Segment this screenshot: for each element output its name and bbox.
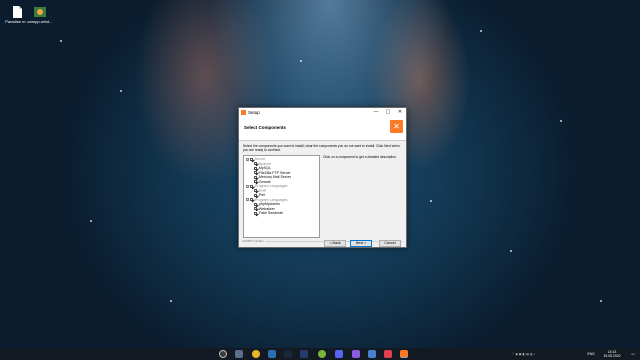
component-checkbox[interactable] [254, 175, 258, 179]
minimize-button[interactable]: — [370, 108, 382, 117]
component-label: phpMyAdmin [258, 202, 280, 207]
page-title: Select Components [244, 125, 287, 130]
component-label: Tomcat [258, 179, 271, 184]
expand-collapse-icon[interactable]: − [246, 157, 249, 161]
component-checkbox[interactable] [254, 180, 258, 184]
app-icon[interactable] [384, 350, 392, 358]
task-view-icon[interactable] [235, 350, 243, 358]
component-checkbox[interactable] [254, 162, 258, 166]
component-label: MySQL [258, 166, 271, 171]
back-button[interactable]: < Back [324, 240, 346, 247]
maximize-button[interactable]: □ [382, 108, 394, 117]
component-label: Fake Sendmail [258, 211, 283, 216]
installer-label: XAMPP Installer [242, 239, 265, 243]
expand-collapse-icon[interactable]: − [246, 184, 249, 188]
clock-date: 15.05.2022 [603, 354, 621, 358]
notifications-icon[interactable]: ▭ [628, 348, 638, 360]
component-label: Server [254, 157, 266, 162]
discord-icon[interactable] [335, 350, 343, 358]
app-icon[interactable] [368, 350, 376, 358]
component-checkbox[interactable] [254, 202, 258, 206]
cancel-button[interactable]: Cancel [379, 240, 401, 247]
component-description: Click on a component to get a detailed d… [323, 155, 397, 159]
taskbar: ⌃ ◉ ▣ ◧ ▤ ▥ ♪ ENG 14:13 15.05.2022 ▭ [0, 348, 640, 360]
component-checkbox[interactable] [254, 193, 258, 197]
component-label: Mercury Mail Server [258, 175, 292, 180]
xampp-logo-icon: ✕ [390, 120, 403, 133]
wizard-header: Select Components ✕ [239, 117, 406, 141]
component-label: Perl [258, 193, 266, 198]
window-title: Setup [248, 110, 260, 115]
component-checkbox[interactable] [254, 189, 258, 193]
language-indicator[interactable]: ENG [586, 348, 596, 360]
component-checkbox[interactable] [254, 207, 258, 211]
chrome-icon[interactable] [252, 350, 260, 358]
desktop-icon-label: xampp-wind... [27, 19, 53, 24]
setup-app-icon [241, 110, 246, 115]
component-checkbox[interactable] [254, 171, 258, 175]
component-label: PHP [258, 188, 267, 193]
component-label: Webalizer [258, 206, 275, 211]
photoshop-icon[interactable] [300, 350, 308, 358]
setup-window: Setup — □ ✕ Select Components ✕ Select t… [238, 107, 407, 248]
component-label: Program Languages [254, 197, 288, 202]
steam-icon[interactable] [284, 350, 292, 358]
close-button[interactable]: ✕ [394, 108, 406, 117]
component-checkbox[interactable] [250, 184, 254, 188]
xampp-taskbar-icon[interactable] [400, 350, 408, 358]
component-label: FileZilla FTP Server [258, 170, 291, 175]
app-icon[interactable] [352, 350, 360, 358]
component-checkbox[interactable] [250, 198, 254, 202]
document-icon [10, 4, 24, 18]
search-icon[interactable] [219, 350, 227, 358]
installer-icon [33, 4, 47, 18]
component-item[interactable]: Fake Sendmail [244, 211, 319, 216]
component-checkbox[interactable] [254, 166, 258, 170]
component-checkbox[interactable] [250, 157, 254, 161]
components-tree[interactable]: − Server Apache MySQL FileZilla FTP Server Me… [243, 155, 320, 238]
component-checkbox[interactable] [254, 211, 258, 215]
explorer-icon[interactable] [268, 350, 276, 358]
system-tray-icons[interactable]: ⌃ ◉ ▣ ◧ ▤ ▥ ♪ [512, 348, 572, 360]
component-label: Program Languages [254, 184, 288, 189]
component-label: Apache [258, 161, 272, 166]
desktop-icon-installer[interactable]: xampp-wind... [26, 4, 54, 24]
clock[interactable]: 14:13 15.05.2022 [598, 348, 626, 360]
expand-collapse-icon[interactable]: − [246, 198, 249, 202]
app-icon[interactable] [318, 350, 326, 358]
title-bar[interactable]: Setup — □ ✕ [239, 108, 406, 117]
next-button[interactable]: Next > [350, 240, 372, 247]
instructions-text: Select the components you want to instal… [243, 144, 400, 153]
